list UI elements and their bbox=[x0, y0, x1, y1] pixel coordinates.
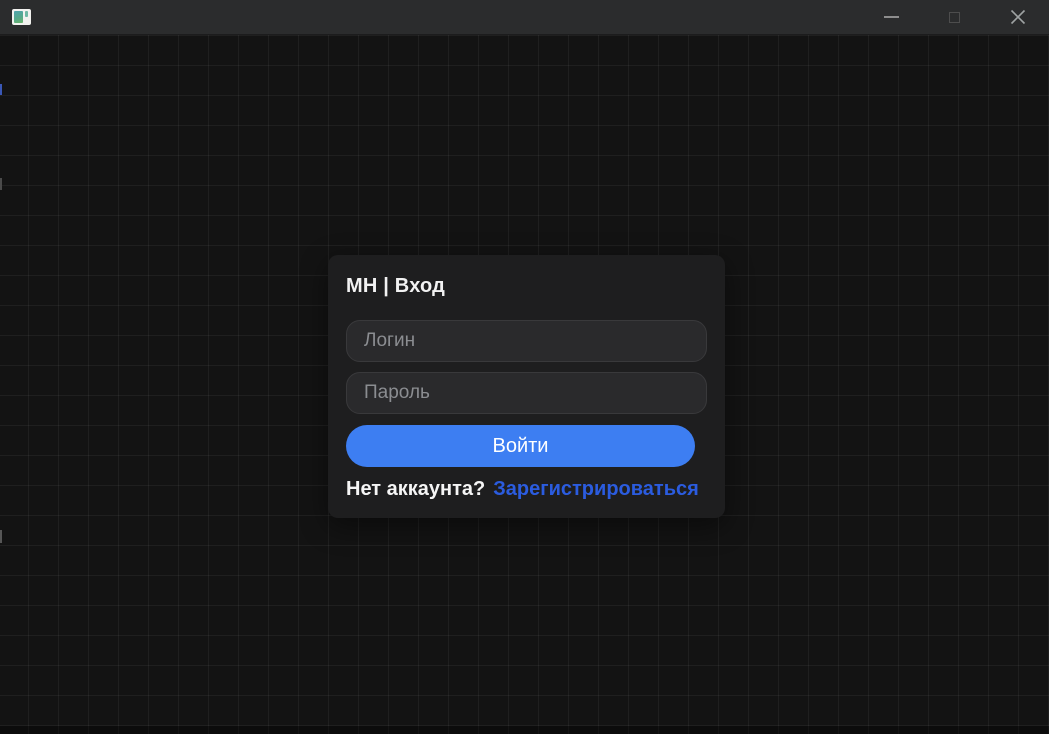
maximize-button[interactable] bbox=[923, 0, 986, 34]
no-account-text: Нет аккаунта? bbox=[346, 478, 485, 500]
close-icon bbox=[1010, 9, 1026, 25]
canvas-edge-fragment-gray bbox=[0, 178, 2, 190]
minimize-button[interactable] bbox=[860, 0, 923, 34]
login-card-title: МН | Вход bbox=[346, 275, 707, 297]
window-controls bbox=[860, 0, 1049, 34]
password-input[interactable] bbox=[346, 372, 707, 414]
titlebar[interactable] bbox=[0, 0, 1049, 35]
app-logo-side-shape bbox=[25, 11, 28, 17]
register-link[interactable]: Зарегистрироваться bbox=[493, 478, 699, 500]
app-logo-main-shape bbox=[14, 11, 23, 23]
canvas-edge-fragment-blue bbox=[0, 84, 2, 95]
login-card: МН | Вход Войти Нет аккаунта? Зарегистрир… bbox=[328, 255, 725, 518]
login-input[interactable] bbox=[346, 320, 707, 362]
window-bottom-shadow bbox=[0, 726, 1049, 734]
canvas-edge-fragment-gray bbox=[0, 530, 2, 543]
grid-canvas[interactable]: МН | Вход Войти Нет аккаунта? Зарегистрир… bbox=[0, 35, 1049, 734]
minimize-icon bbox=[884, 16, 899, 18]
close-button[interactable] bbox=[986, 0, 1049, 34]
login-submit-button[interactable]: Войти bbox=[346, 425, 695, 467]
login-card-footer: Нет аккаунта? Зарегистрироваться bbox=[346, 479, 707, 499]
app-window: МН | Вход Войти Нет аккаунта? Зарегистрир… bbox=[0, 0, 1049, 734]
app-logo-icon bbox=[12, 9, 31, 25]
maximize-icon bbox=[949, 12, 960, 23]
